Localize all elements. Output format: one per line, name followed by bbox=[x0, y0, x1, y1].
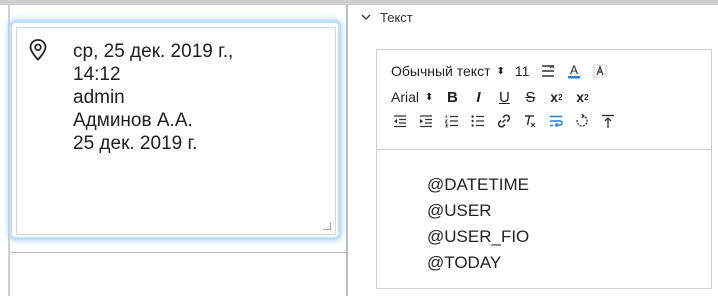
editor-line-today: @TODAY bbox=[427, 253, 502, 272]
bulleted-list-icon bbox=[471, 115, 484, 127]
link-icon bbox=[497, 114, 511, 128]
font-family-value: Arial bbox=[391, 89, 420, 105]
strike-label: S bbox=[525, 88, 536, 106]
updown-arrows-icon: ⬍ bbox=[496, 65, 505, 77]
vertical-align-top-icon bbox=[602, 114, 614, 128]
editor-line-datetime: @DATETIME bbox=[427, 175, 529, 194]
toolbar-row-3 bbox=[391, 110, 625, 132]
paragraph-style-value: Обычный текст bbox=[391, 63, 491, 79]
outdent-button[interactable] bbox=[391, 112, 409, 130]
link-button[interactable] bbox=[495, 112, 513, 130]
clear-format-icon bbox=[525, 115, 536, 128]
font-color-icon: A bbox=[568, 63, 581, 79]
word-wrap-button[interactable] bbox=[547, 112, 565, 130]
editor-content[interactable]: @DATETIME @USER @USER_FIO @TODAY bbox=[427, 172, 529, 276]
updown-arrows-icon: ⬍ bbox=[425, 91, 434, 103]
subscript-mark: 2 bbox=[558, 92, 563, 102]
card-text: ср, 25 дек. 2019 г., 14:12 admin Админов… bbox=[73, 40, 233, 155]
chevron-down-icon bbox=[361, 14, 371, 20]
section-title: Текст bbox=[380, 9, 413, 25]
card-line-datetime: ср, 25 дек. 2019 г., bbox=[73, 41, 234, 62]
preview-card[interactable]: ср, 25 дек. 2019 г., 14:12 admin Админов… bbox=[16, 27, 336, 235]
line-spacing-icon bbox=[542, 65, 555, 77]
bold-button[interactable]: B bbox=[443, 88, 461, 106]
rotate-icon bbox=[576, 113, 588, 127]
line-spacing-button[interactable] bbox=[539, 62, 557, 80]
divider bbox=[10, 252, 346, 253]
highlight-color-icon bbox=[594, 64, 607, 78]
card-line-today: 25 дек. 2019 г. bbox=[73, 133, 198, 154]
font-color-letter: A bbox=[570, 63, 578, 77]
font-size-select[interactable]: 11 bbox=[515, 63, 530, 79]
strikethrough-button[interactable]: S bbox=[521, 88, 539, 106]
numbered-list-button[interactable] bbox=[443, 112, 461, 130]
paragraph-style-select[interactable]: Обычный текст ⬍ bbox=[391, 63, 505, 79]
section-header-text[interactable]: Текст bbox=[360, 9, 413, 25]
card-line-time: 14:12 bbox=[73, 64, 121, 85]
font-family-select[interactable]: Arial ⬍ bbox=[391, 89, 433, 105]
editor-line-user-fio: @USER_FIO bbox=[427, 227, 530, 246]
numbered-list-icon bbox=[444, 115, 458, 128]
card-line-user: admin bbox=[73, 87, 125, 108]
editor-toolbar: Обычный текст ⬍ 11 A Arial ⬍ B I U S x 2… bbox=[377, 50, 711, 150]
card-line-user-fio: Админов А.А. bbox=[73, 110, 193, 131]
superscript-label: x bbox=[576, 89, 585, 105]
clear-format-button[interactable] bbox=[521, 112, 539, 130]
word-wrap-icon bbox=[550, 115, 563, 128]
underline-label: U bbox=[498, 88, 510, 106]
highlight-button[interactable] bbox=[591, 62, 609, 80]
superscript-button[interactable]: x2 bbox=[573, 88, 591, 106]
resize-handle[interactable] bbox=[323, 222, 331, 230]
rotate-button[interactable] bbox=[573, 112, 591, 130]
rich-text-editor: Обычный текст ⬍ 11 A Arial ⬍ B I U S x 2… bbox=[376, 49, 712, 289]
bulleted-list-button[interactable] bbox=[469, 112, 487, 130]
indent-button[interactable] bbox=[417, 112, 435, 130]
location-pin-icon bbox=[29, 39, 47, 61]
superscript-mark: 2 bbox=[584, 92, 589, 102]
font-color-button[interactable]: A bbox=[565, 62, 583, 80]
indent-icon bbox=[420, 115, 432, 128]
editor-line-user: @USER bbox=[427, 201, 492, 220]
toolbar-row-1: Обычный текст ⬍ 11 A bbox=[391, 60, 617, 82]
underline-button[interactable]: U bbox=[495, 88, 513, 106]
subscript-button[interactable]: x2 bbox=[547, 88, 565, 106]
vertical-align-top-button[interactable] bbox=[599, 112, 617, 130]
italic-button[interactable]: I bbox=[469, 88, 487, 106]
outdent-icon bbox=[394, 115, 406, 128]
properties-pane: Текст Обычный текст ⬍ 11 A Arial ⬍ B I U… bbox=[348, 5, 718, 296]
preview-pane: ср, 25 дек. 2019 г., 14:12 admin Админов… bbox=[0, 5, 348, 296]
subscript-label: x bbox=[550, 89, 559, 105]
font-size-value: 11 bbox=[514, 63, 530, 79]
toolbar-row-2: Arial ⬍ B I U S x2 x2 bbox=[391, 86, 599, 108]
